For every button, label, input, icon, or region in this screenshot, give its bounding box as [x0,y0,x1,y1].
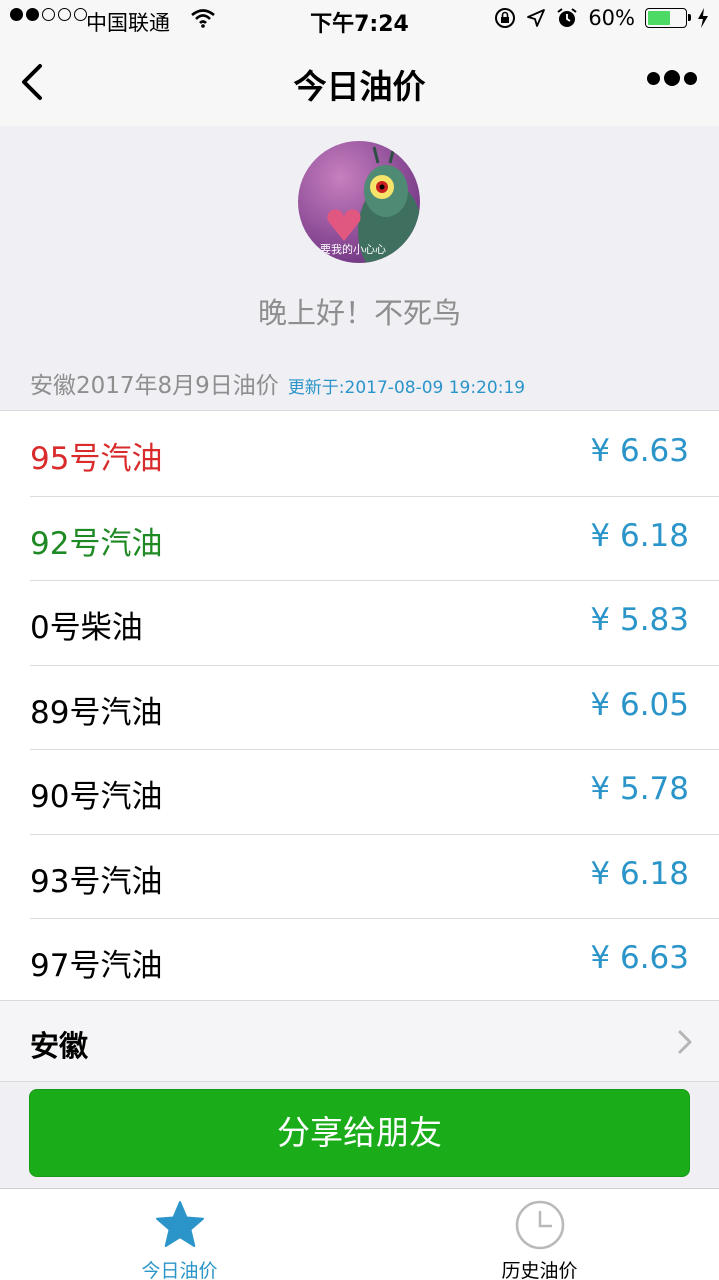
fuel-price: ¥ 6.18 [590,517,689,554]
battery-icon [645,8,691,28]
greeting-text: 晚上好！不死鸟 [257,296,461,330]
fuel-price: ¥ 6.63 [590,940,689,976]
fuel-name: 93号汽油 [30,863,163,900]
price-section-header: 安徽2017年8月9日油价 更新于:2017-08-09 19:20:19 [30,366,525,400]
chevron-right-icon [678,1030,692,1054]
fuel-name: 97号汽油 [30,948,163,984]
tab-bar: 今日油价 历史油价 [0,1188,719,1280]
page-title: 今日油价 [293,67,426,106]
status-bar: 中国联通 下午7:24 60% [0,0,719,40]
battery-percent: 60% [588,6,635,30]
price-row-90: 90号汽油 ¥ 5.78 [0,749,719,834]
fuel-name: 92号汽油 [30,525,163,562]
avatar-caption: 要我的小心心 [320,243,386,256]
alarm-icon [557,8,577,27]
tab-history-price[interactable]: 历史油价 [360,1189,719,1280]
fuel-price: ¥ 6.18 [590,855,689,892]
orientation-lock-icon [495,8,516,28]
nav-bar: 今日油价 [0,40,719,126]
price-row-97: 97号汽油 ¥ 6.63 [0,918,719,1003]
price-row-89: 89号汽油 ¥ 6.05 [0,664,719,750]
clock-icon [515,1200,565,1250]
share-button[interactable]: 分享给朋友 [29,1089,690,1177]
more-options-icon[interactable] [647,70,697,86]
fuel-price: ¥ 6.05 [590,686,689,723]
fuel-price: ¥ 5.78 [590,771,689,807]
tab-label: 今日油价 [141,1260,218,1280]
avatar: 要我的小心心 [298,141,420,263]
tab-label: 历史油价 [501,1260,578,1280]
region-selector[interactable]: 安徽 [0,1001,719,1082]
star-icon [156,1201,204,1247]
fuel-price: ¥ 5.83 [590,602,689,638]
region-label: 安徽 [30,1029,89,1063]
updated-timestamp: 更新于:2017-08-09 19:20:19 [287,378,526,398]
price-list: 95号汽油 ¥ 6.63 92号汽油 ¥ 6.18 0号柴油 ¥ 5.83 89… [0,410,719,1001]
tab-today-price[interactable]: 今日油价 [0,1189,359,1280]
price-row-92: 92号汽油 ¥ 6.18 [0,495,719,581]
charging-icon [698,8,708,28]
location-icon [527,9,546,27]
price-section-title: 安徽2017年8月9日油价 [30,373,279,399]
fuel-name: 95号汽油 [30,441,163,477]
fuel-price: ¥ 6.63 [590,433,689,469]
price-row-diesel-0: 0号柴油 ¥ 5.83 [0,580,719,665]
price-row-93: 93号汽油 ¥ 6.18 [0,833,719,919]
fuel-name: 89号汽油 [30,694,163,731]
price-row-95: 95号汽油 ¥ 6.63 [0,411,719,496]
fuel-name: 90号汽油 [30,779,163,815]
fuel-name: 0号柴油 [30,610,143,646]
